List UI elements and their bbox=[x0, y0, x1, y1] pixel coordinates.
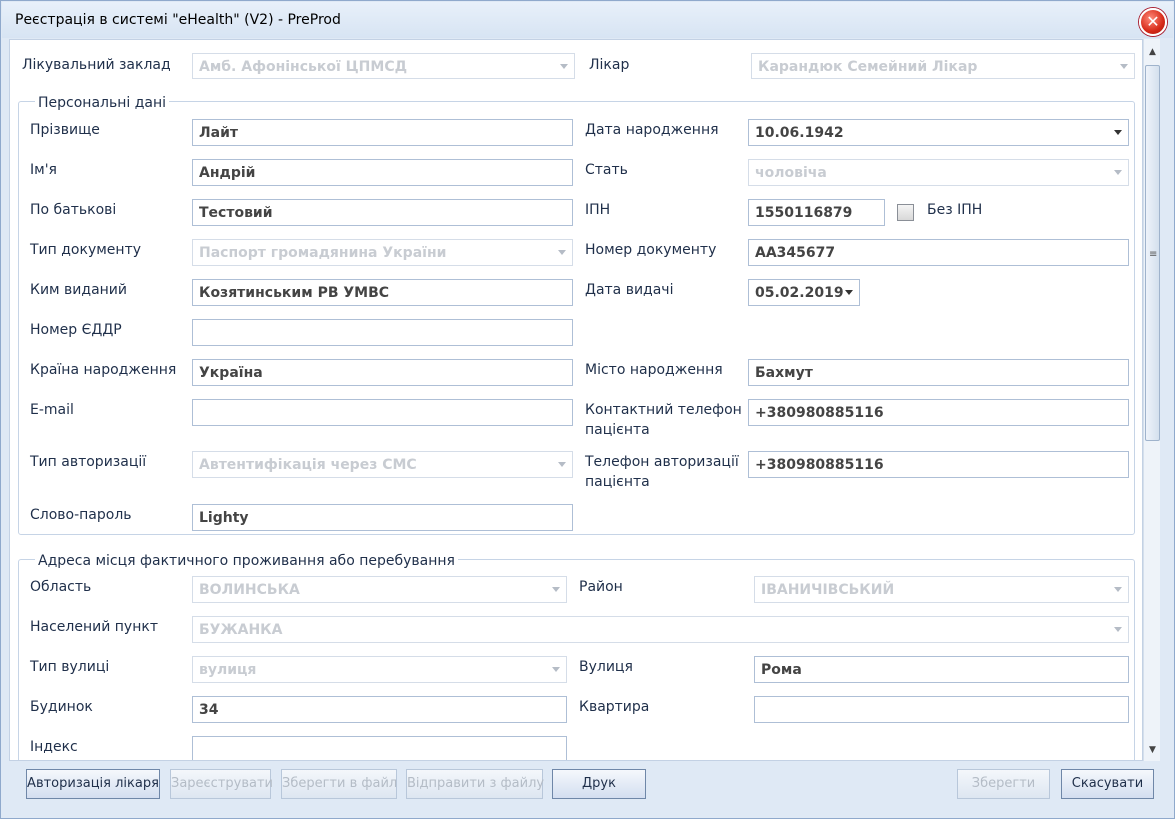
phone-label: Контактний телефон bbox=[585, 402, 742, 418]
print-button[interactable]: Друк bbox=[552, 769, 646, 799]
sex-label: Стать bbox=[585, 162, 628, 178]
auth-phone-label-2: пацієнта bbox=[585, 474, 650, 490]
surname-label: Прізвище bbox=[30, 122, 100, 138]
chevron-down-icon bbox=[560, 64, 568, 69]
chevron-down-icon bbox=[552, 667, 560, 672]
name-label: Ім'я bbox=[30, 162, 57, 178]
locality-label: Населений пункт bbox=[30, 619, 158, 635]
patronymic-label: По батькові bbox=[30, 202, 117, 218]
register-button[interactable]: Зареєструвати bbox=[170, 769, 273, 799]
street-label: Вулиця bbox=[579, 659, 633, 675]
region-label: Область bbox=[30, 579, 92, 595]
birth-city-label: Місто народження bbox=[585, 362, 723, 378]
birth-country-input[interactable]: Україна bbox=[192, 359, 573, 386]
form-area: Лікувальний заклад Амб. Афонінської ЦПМС… bbox=[9, 39, 1143, 761]
clinic-label: Лікувальний заклад bbox=[22, 57, 171, 73]
auth-type-label: Тип авторизації bbox=[30, 454, 147, 470]
arrow-up-icon[interactable]: ▲ bbox=[1147, 47, 1158, 57]
personal-data-title: Персональні дані bbox=[35, 94, 170, 112]
password-label: Слово-пароль bbox=[30, 507, 132, 523]
phone-label-2: пацієнта bbox=[585, 422, 650, 438]
title-bar: Реєстрація в системі "eHealth" (V2) - Pr… bbox=[2, 2, 1173, 38]
apartment-label: Квартира bbox=[579, 699, 650, 715]
auth-phone-label: Телефон авторизації bbox=[585, 454, 739, 470]
doc-type-label: Тип документу bbox=[30, 242, 142, 258]
no-ipn-checkbox[interactable] bbox=[897, 204, 914, 221]
window-title: Реєстрація в системі "eHealth" (V2) - Pr… bbox=[15, 12, 341, 28]
doctor-label: Лікар bbox=[589, 57, 630, 73]
index-input[interactable] bbox=[192, 736, 567, 760]
grip-icon: ≡ bbox=[1149, 249, 1158, 260]
street-type-label: Тип вулиці bbox=[30, 659, 110, 675]
birth-city-input[interactable]: Бахмут bbox=[748, 359, 1129, 386]
clinic-select[interactable]: Амб. Афонінської ЦПМСД bbox=[192, 53, 575, 79]
chevron-down-icon bbox=[1114, 170, 1122, 175]
auth-doctor-button[interactable]: Авторизація лікаря bbox=[26, 769, 160, 799]
birth-date-label: Дата народження bbox=[585, 122, 719, 138]
phone-input[interactable]: +380980885116 bbox=[748, 399, 1129, 426]
close-icon[interactable]: ✕ bbox=[1139, 8, 1167, 36]
eddr-input[interactable] bbox=[192, 319, 573, 346]
surname-input[interactable]: Лайт bbox=[192, 119, 573, 146]
dialog-window: Реєстрація в системі "eHealth" (V2) - Pr… bbox=[0, 0, 1175, 819]
no-ipn-label: Без ІПН bbox=[927, 202, 983, 218]
ipn-label: ІПН bbox=[585, 202, 611, 218]
issued-by-label: Ким виданий bbox=[30, 282, 128, 298]
district-select[interactable]: ІВАНИЧІВСЬКИЙ bbox=[754, 576, 1129, 603]
chevron-down-icon bbox=[558, 250, 566, 255]
chevron-down-icon bbox=[1120, 64, 1128, 69]
apartment-input[interactable] bbox=[754, 696, 1129, 723]
issue-date-picker[interactable]: 05.02.2019 bbox=[748, 279, 860, 306]
house-label: Будинок bbox=[30, 699, 93, 715]
eddr-label: Номер ЄДДР bbox=[30, 322, 122, 338]
chevron-down-icon bbox=[1114, 627, 1122, 632]
doc-number-input[interactable]: АА345677 bbox=[748, 239, 1129, 266]
sex-select[interactable]: чоловіча bbox=[748, 159, 1129, 186]
cancel-button[interactable]: Скасувати bbox=[1061, 769, 1154, 799]
save-to-file-button[interactable]: Зберегти в файл bbox=[281, 769, 397, 799]
vertical-scrollbar[interactable]: ▲ ≡ ▼ bbox=[1143, 39, 1160, 761]
auth-phone-input[interactable]: +380980885116 bbox=[748, 451, 1129, 478]
email-label: E-mail bbox=[30, 402, 74, 418]
scroll-thumb[interactable]: ≡ bbox=[1145, 65, 1160, 441]
doc-number-label: Номер документу bbox=[585, 242, 717, 258]
password-input[interactable]: Lighty bbox=[192, 504, 573, 531]
issued-by-input[interactable]: Козятинським РВ УМВС bbox=[192, 279, 573, 306]
chevron-down-icon bbox=[1114, 130, 1122, 135]
chevron-down-icon bbox=[558, 462, 566, 467]
street-input[interactable]: Рома bbox=[754, 656, 1129, 683]
house-input[interactable]: 34 bbox=[192, 696, 567, 723]
ipn-input[interactable]: 1550116879 bbox=[748, 199, 885, 226]
doc-type-select[interactable]: Паспорт громадянина України bbox=[192, 239, 573, 266]
save-button[interactable]: Зберегти bbox=[957, 769, 1050, 799]
chevron-down-icon bbox=[552, 587, 560, 592]
chevron-down-icon bbox=[845, 290, 853, 295]
birth-country-label: Країна народження bbox=[30, 362, 177, 378]
street-type-select[interactable]: вулиця bbox=[192, 656, 567, 683]
arrow-down-icon[interactable]: ▼ bbox=[1147, 745, 1158, 755]
chevron-down-icon bbox=[1114, 587, 1122, 592]
index-label: Індекс bbox=[30, 739, 78, 755]
auth-type-select[interactable]: Автентифікація через СМС bbox=[192, 451, 573, 478]
send-from-file-button[interactable]: Відправити з файлу bbox=[406, 769, 544, 799]
region-select[interactable]: ВОЛИНСЬКА bbox=[192, 576, 567, 603]
issue-date-label: Дата видачі bbox=[585, 282, 674, 298]
email-input[interactable] bbox=[192, 399, 573, 426]
district-label: Район bbox=[579, 579, 623, 595]
address-title: Адреса місця фактичного проживання або п… bbox=[35, 552, 458, 570]
patronymic-input[interactable]: Тестовий bbox=[192, 199, 573, 226]
doctor-select[interactable]: Карандюк Семейний Лікар bbox=[751, 53, 1135, 79]
birth-date-picker[interactable]: 10.06.1942 bbox=[748, 119, 1129, 146]
locality-select[interactable]: БУЖАНКА bbox=[192, 616, 1129, 643]
name-input[interactable]: Андрій bbox=[192, 159, 573, 186]
